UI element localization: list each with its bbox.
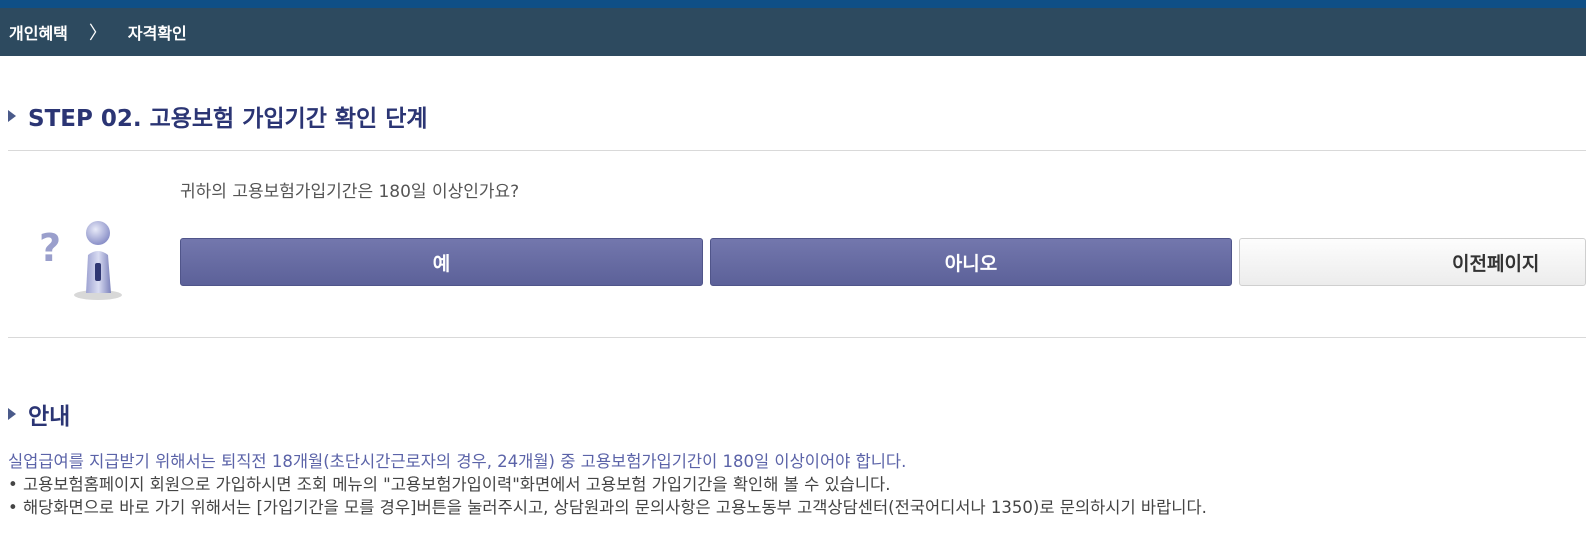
- title-arrow-icon: [8, 110, 16, 122]
- divider-bottom: [8, 337, 1586, 338]
- guide-title: 안내: [8, 398, 70, 430]
- previous-page-button[interactable]: 이전페이지: [1239, 238, 1586, 286]
- question-person-icon: ?: [39, 221, 122, 300]
- breadcrumb-item-personal-benefits[interactable]: 개인혜택: [9, 20, 68, 44]
- guide-lead: 실업급여를 지급받기 위해서는 퇴직전 18개월(초단시간근로자의 경우, 24…: [8, 452, 907, 471]
- step-title-text: STEP 02. 고용보험 가입기간 확인 단계: [28, 106, 428, 132]
- step-title: STEP 02. 고용보험 가입기간 확인 단계: [8, 100, 428, 132]
- chevron-right-icon: 〉: [88, 23, 107, 44]
- divider-top: [8, 150, 1586, 151]
- yes-button[interactable]: 예: [180, 238, 703, 286]
- guide-title-text: 안내: [28, 404, 71, 430]
- question-text: 귀하의 고용보험가입기간은 180일 이상인가요?: [180, 182, 520, 202]
- breadcrumb: 개인혜택 〉 자격확인: [0, 8, 1586, 56]
- breadcrumb-item-eligibility[interactable]: 자격확인: [128, 20, 187, 44]
- guide-bullet: • 고용보험홈페이지 회원으로 가입하시면 조회 메뉴의 "고용보험가입이력"화…: [8, 475, 891, 494]
- no-button[interactable]: 아니오: [710, 238, 1232, 286]
- svg-text:?: ?: [39, 226, 61, 270]
- top-strip: [0, 0, 1586, 8]
- title-arrow-icon: [8, 408, 16, 420]
- guide-text: 실업급여를 지급받기 위해서는 퇴직전 18개월(초단시간근로자의 경우, 24…: [8, 450, 1207, 519]
- guide-bullet: • 해당화면으로 바로 가기 위해서는 [가입기간을 모를 경우]버튼을 눌러주…: [8, 498, 1207, 517]
